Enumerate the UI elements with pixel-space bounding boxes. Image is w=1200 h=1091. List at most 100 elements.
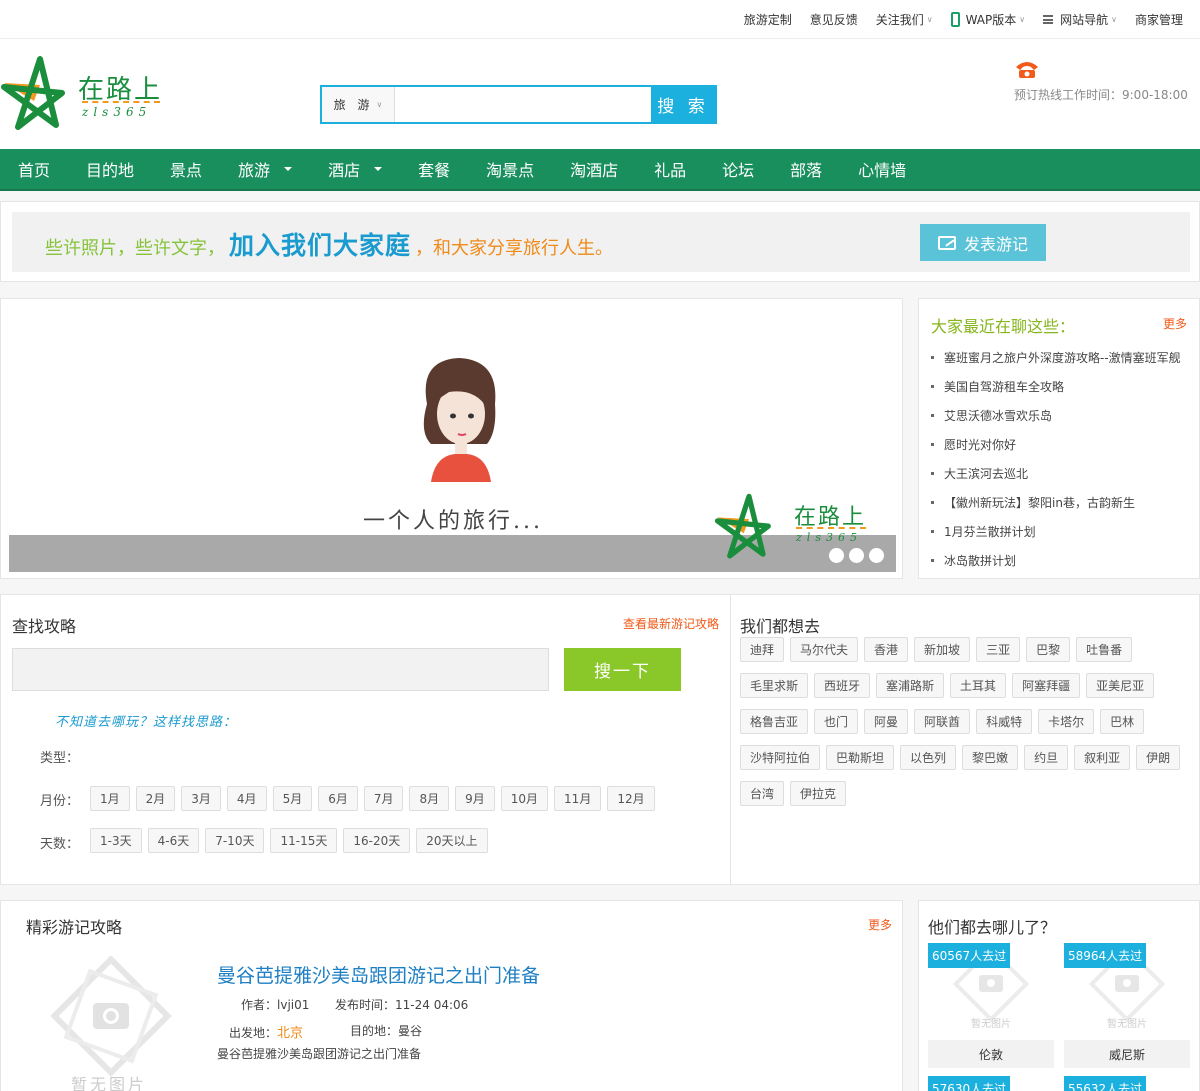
destination-tag[interactable]: 塞浦路斯 bbox=[876, 673, 945, 698]
days-chip[interactable]: 1-3天 bbox=[90, 828, 142, 853]
month-chip[interactable]: 1月 bbox=[90, 786, 130, 811]
destination-tag[interactable]: 伊拉克 bbox=[790, 781, 847, 806]
days-chip[interactable]: 20天以上 bbox=[416, 828, 488, 853]
list-item[interactable]: 塞班蜜月之旅户外深度游攻略--激情塞班军舰 bbox=[931, 343, 1193, 372]
days-chip[interactable]: 11-15天 bbox=[270, 828, 338, 853]
search-button[interactable]: 搜 索 bbox=[651, 87, 715, 122]
nav-item-tao-hotel[interactable]: 淘酒店 bbox=[552, 149, 636, 189]
list-item[interactable]: 冰岛散拼计划 bbox=[931, 546, 1193, 575]
list-item[interactable]: 艾思沃德冰雪欢乐岛 bbox=[931, 401, 1193, 430]
destination-tag[interactable]: 巴林 bbox=[1100, 709, 1145, 734]
month-chip[interactable]: 2月 bbox=[135, 786, 176, 811]
top-bar: 旅游定制 意见反馈 关注我们 ∨ WAP版本 ∨ 网站导航 ∨ 商家管理 bbox=[0, 0, 1200, 39]
destination-tag[interactable]: 新加坡 bbox=[914, 637, 971, 662]
slider-dot[interactable] bbox=[849, 548, 864, 563]
month-chip[interactable]: 8月 bbox=[409, 786, 450, 811]
destination-tag[interactable]: 以色列 bbox=[900, 745, 957, 770]
slide[interactable]: 一个人的旅行... 在路上 zls365 bbox=[9, 307, 896, 572]
destination-tag[interactable]: 也门 bbox=[814, 709, 859, 734]
site-logo[interactable]: 在路上 zls365 bbox=[0, 55, 170, 133]
post-travelogue-button[interactable]: 发表游记 bbox=[920, 224, 1046, 261]
destination-tag[interactable]: 台湾 bbox=[740, 781, 785, 806]
slogan-part-2: 加入我们大家庭 bbox=[229, 231, 412, 260]
visit-count-badge: 55632人去过 bbox=[1064, 1076, 1147, 1091]
nav-item-hotel[interactable]: 酒店 bbox=[310, 149, 400, 189]
month-chip[interactable]: 11月 bbox=[554, 786, 602, 811]
to-label: 目的地： bbox=[350, 1024, 399, 1038]
nav-item-tao-attractions[interactable]: 淘景点 bbox=[468, 149, 552, 189]
article-thumbnail[interactable]: 暂无图片 bbox=[46, 955, 176, 1091]
travelogue-more-link[interactable]: 更多 bbox=[868, 916, 892, 933]
nav-item-gifts[interactable]: 礼品 bbox=[636, 149, 704, 189]
list-item[interactable]: 美国自驾游租车全攻略 bbox=[931, 372, 1193, 401]
destination-tag[interactable]: 阿联酋 bbox=[914, 709, 971, 734]
find-guide-panel: 查找攻略 查看最新游记攻略 搜一下 不知道去哪玩？这样找思路： 类型： 月份： … bbox=[0, 594, 731, 885]
destination-tag[interactable]: 伊朗 bbox=[1136, 745, 1181, 770]
search-input[interactable] bbox=[396, 87, 652, 122]
top-link-site-nav[interactable]: 网站导航 ∨ bbox=[1034, 11, 1126, 28]
destination-tag[interactable]: 巴黎 bbox=[1026, 637, 1071, 662]
top-link-merchant[interactable]: 商家管理 bbox=[1126, 11, 1192, 28]
nav-item-attractions[interactable]: 景点 bbox=[152, 149, 220, 189]
destination-tag[interactable]: 科威特 bbox=[976, 709, 1033, 734]
month-chip[interactable]: 10月 bbox=[500, 786, 549, 811]
destination-tag[interactable]: 土耳其 bbox=[950, 673, 1007, 698]
list-item[interactable]: 1月芬兰散拼计划 bbox=[931, 517, 1193, 546]
month-chip[interactable]: 7月 bbox=[363, 786, 404, 811]
days-chip[interactable]: 4-6天 bbox=[147, 828, 200, 853]
top-links: 旅游定制 意见反馈 关注我们 ∨ WAP版本 ∨ 网站导航 ∨ 商家管理 bbox=[735, 0, 1192, 39]
recent-topics-more-link[interactable]: 更多 bbox=[1163, 315, 1187, 332]
destination-tag[interactable]: 约旦 bbox=[1024, 745, 1069, 770]
destination-tag[interactable]: 叙利亚 bbox=[1074, 745, 1131, 770]
top-link-feedback[interactable]: 意见反馈 bbox=[801, 11, 867, 28]
month-chip[interactable]: 12月 bbox=[607, 786, 655, 811]
month-chip[interactable]: 4月 bbox=[226, 786, 267, 811]
destination-tag[interactable]: 马尔代夫 bbox=[790, 637, 859, 662]
top-link-custom-travel[interactable]: 旅游定制 bbox=[735, 11, 801, 28]
nav-item-mood-wall[interactable]: 心情墙 bbox=[840, 149, 924, 189]
nav-item-package[interactable]: 套餐 bbox=[400, 149, 468, 189]
search-category-select[interactable]: 旅 游 ∨ bbox=[322, 87, 395, 122]
destination-tag[interactable]: 吐鲁番 bbox=[1076, 637, 1133, 662]
article-title-link[interactable]: 曼谷芭提雅沙美岛跟团游记之出门准备 bbox=[217, 961, 540, 988]
month-chip[interactable]: 3月 bbox=[181, 786, 221, 811]
destination-tag[interactable]: 阿曼 bbox=[864, 709, 909, 734]
guide-search-button[interactable]: 搜一下 bbox=[564, 648, 681, 691]
destination-tag[interactable]: 亚美尼亚 bbox=[1086, 673, 1155, 698]
time-value: 11-24 04:06 bbox=[395, 998, 469, 1012]
nav-item-home[interactable]: 首页 bbox=[0, 149, 68, 189]
nav-item-destination[interactable]: 目的地 bbox=[68, 149, 152, 189]
top-link-follow-us[interactable]: 关注我们 ∨ bbox=[867, 11, 942, 28]
destination-tag[interactable]: 沙特阿拉伯 bbox=[740, 745, 821, 770]
nav-item-tribe[interactable]: 部落 bbox=[772, 149, 840, 189]
destination-tag[interactable]: 黎巴嫩 bbox=[962, 745, 1019, 770]
list-item[interactable]: 大王滨河去巡北 bbox=[931, 459, 1193, 488]
list-item[interactable]: 愿时光对你好 bbox=[931, 430, 1193, 459]
destination-tag[interactable]: 卡塔尔 bbox=[1038, 709, 1095, 734]
destination-tag[interactable]: 毛里求斯 bbox=[740, 673, 809, 698]
star-logo-icon bbox=[1, 56, 65, 130]
latest-guides-link[interactable]: 查看最新游记攻略 bbox=[623, 615, 719, 632]
destination-tag[interactable]: 西班牙 bbox=[814, 673, 871, 698]
list-item[interactable]: 【徽州新玩法】黎阳in巷，古韵新生 bbox=[931, 488, 1193, 517]
nav-item-label: 景点 bbox=[170, 161, 203, 180]
destination-tag[interactable]: 巴勒斯坦 bbox=[826, 745, 895, 770]
menu-icon bbox=[1043, 15, 1054, 24]
destination-tag[interactable]: 三亚 bbox=[976, 637, 1021, 662]
destination-tag[interactable]: 迪拜 bbox=[740, 637, 785, 662]
days-chip[interactable]: 7-10天 bbox=[205, 828, 265, 853]
destination-tag[interactable]: 阿塞拜疆 bbox=[1012, 673, 1081, 698]
nav-item-forum[interactable]: 论坛 bbox=[704, 149, 772, 189]
month-chip[interactable]: 9月 bbox=[455, 786, 495, 811]
slider-dot[interactable] bbox=[869, 548, 884, 563]
guide-search-input[interactable] bbox=[12, 648, 549, 691]
destination-tag[interactable]: 香港 bbox=[864, 637, 909, 662]
slider-dot[interactable] bbox=[829, 548, 844, 563]
month-chip[interactable]: 6月 bbox=[318, 786, 358, 811]
destination-tag[interactable]: 格鲁吉亚 bbox=[740, 709, 809, 734]
visit-count-badge: 57630人去过 bbox=[928, 1076, 1011, 1091]
top-link-wap[interactable]: WAP版本 ∨ bbox=[942, 11, 1035, 28]
month-chip[interactable]: 5月 bbox=[272, 786, 313, 811]
days-chip[interactable]: 16-20天 bbox=[343, 828, 411, 853]
nav-item-travel[interactable]: 旅游 bbox=[220, 149, 310, 189]
